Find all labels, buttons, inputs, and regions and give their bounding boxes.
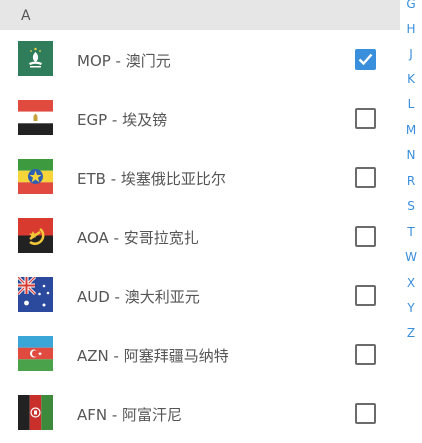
list-item[interactable]: ETB - 埃塞俄比亚比尔 (0, 148, 400, 207)
currency-label: AUD - 澳大利亚元 (77, 288, 200, 306)
currency-checkbox[interactable] (355, 108, 376, 129)
currency-checkbox[interactable] (355, 49, 376, 70)
list-item[interactable]: AFN - 阿富汗尼 (0, 384, 400, 443)
list-item[interactable]: AOA - 安哥拉宽扎 (0, 207, 400, 266)
index-letter-n[interactable]: N (400, 148, 422, 162)
checkmark-icon (358, 53, 373, 66)
index-letter-t[interactable]: T (400, 225, 422, 239)
angola-flag-icon (18, 218, 53, 253)
currency-checkbox[interactable] (355, 344, 376, 365)
currency-label: ETB - 埃塞俄比亚比尔 (77, 170, 226, 188)
index-letter-x[interactable]: X (400, 276, 422, 290)
index-letter-h[interactable]: H (400, 22, 422, 36)
macau-flag-icon (18, 41, 53, 76)
currency-label: EGP - 埃及镑 (77, 111, 168, 129)
section-header: A (0, 0, 400, 30)
alphabet-index-bar[interactable]: G H J K L M N R S T W X Y Z (400, 0, 422, 424)
currency-label: MOP - 澳门元 (77, 52, 171, 70)
australia-flag-icon (18, 277, 53, 312)
index-letter-s[interactable]: S (400, 199, 422, 213)
index-letter-y[interactable]: Y (400, 301, 422, 315)
egypt-flag-icon (18, 100, 53, 135)
list-item[interactable]: AZN - 阿塞拜疆马纳特 (0, 325, 400, 384)
currency-checkbox[interactable] (355, 403, 376, 424)
index-letter-g[interactable]: G (400, 0, 422, 11)
currency-checkbox[interactable] (355, 226, 376, 247)
index-letter-w[interactable]: W (400, 250, 422, 264)
currency-label: AOA - 安哥拉宽扎 (77, 229, 199, 247)
list-item[interactable]: AUD - 澳大利亚元 (0, 266, 400, 325)
currency-label: AZN - 阿塞拜疆马纳特 (77, 347, 229, 365)
index-letter-z[interactable]: Z (400, 326, 422, 340)
currency-checkbox[interactable] (355, 285, 376, 306)
index-letter-r[interactable]: R (400, 174, 422, 188)
azerbaijan-flag-icon (18, 336, 53, 371)
currency-list: MOP - 澳门元 EGP - 埃及镑 ETB - 埃塞俄比亚比尔 AOA - … (0, 30, 400, 443)
currency-checkbox[interactable] (355, 167, 376, 188)
ethiopia-flag-icon (18, 159, 53, 194)
currency-label: AFN - 阿富汗尼 (77, 406, 183, 424)
list-item[interactable]: EGP - 埃及镑 (0, 89, 400, 148)
index-letter-l[interactable]: L (400, 97, 422, 111)
index-letter-k[interactable]: K (400, 72, 422, 86)
index-letter-m[interactable]: M (400, 123, 422, 137)
list-item[interactable]: MOP - 澳门元 (0, 30, 400, 89)
index-letter-j[interactable]: J (400, 47, 422, 61)
afghanistan-flag-icon (18, 395, 53, 430)
